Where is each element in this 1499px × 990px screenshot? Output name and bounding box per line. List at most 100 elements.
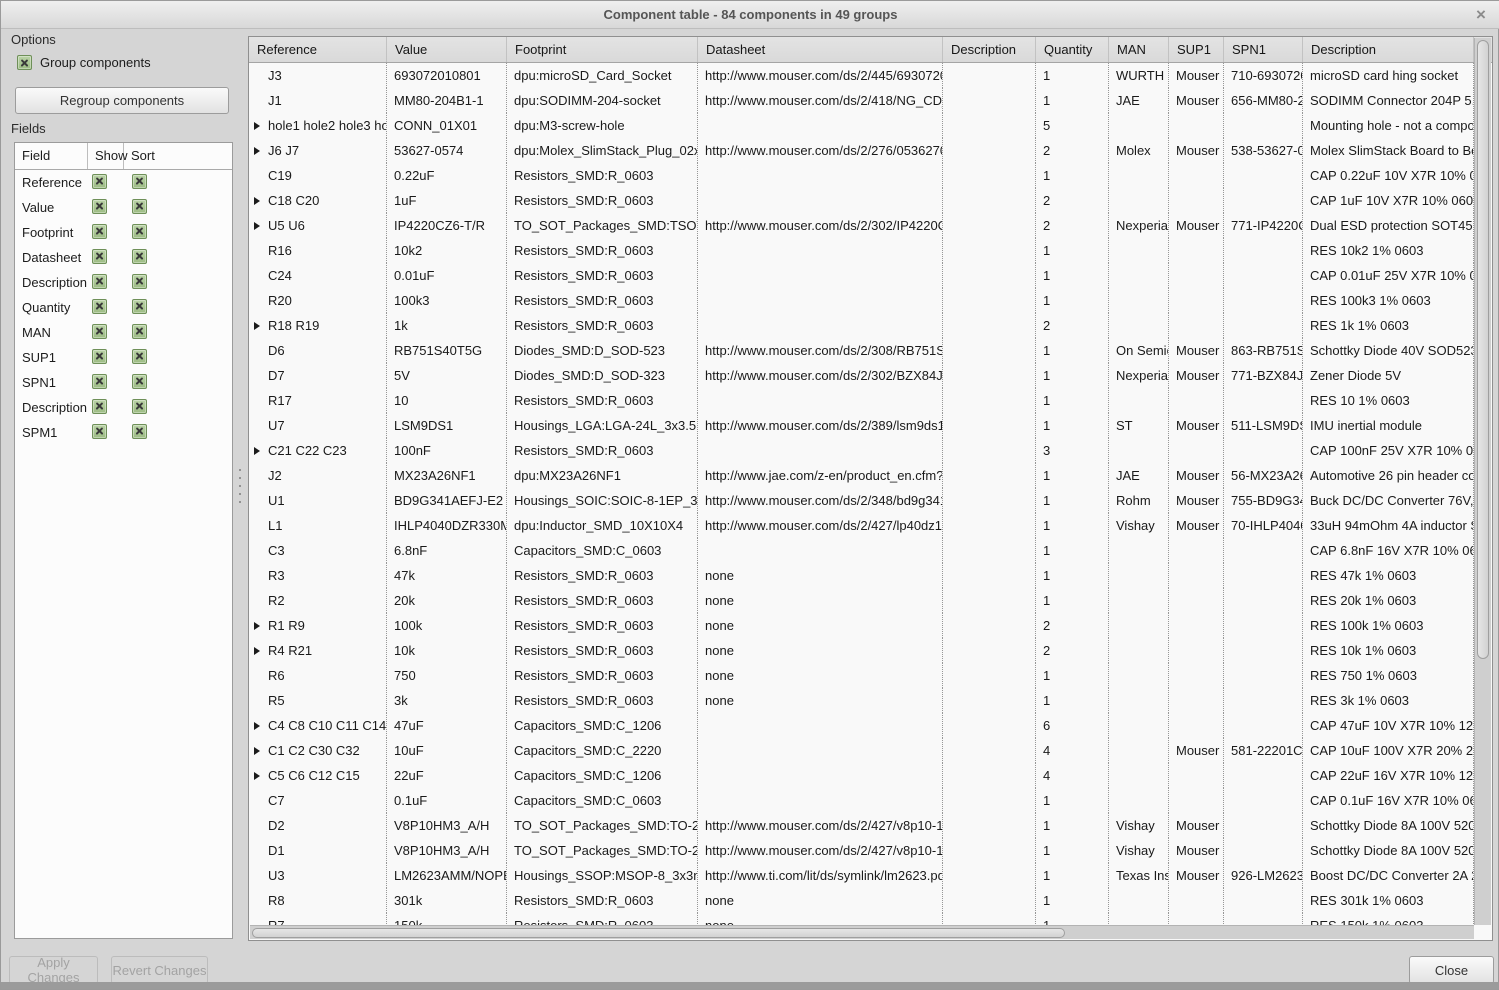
table-row[interactable]: R8301kResistors_SMD:R_0603none1RES 301k …: [249, 888, 1492, 913]
table-row[interactable]: hole1 hole2 hole3 holCONN_01X01dpu:M3-sc…: [249, 113, 1492, 138]
expand-arrow-icon[interactable]: [254, 747, 260, 755]
table-row[interactable]: U5 U6IP4220CZ6-T/RTO_SOT_Packages_SMD:TS…: [249, 213, 1492, 238]
close-icon[interactable]: ×: [1471, 5, 1491, 25]
table-row[interactable]: J3693072010801dpu:microSD_Card_Sockethtt…: [249, 63, 1492, 88]
table-row[interactable]: C240.01uFResistors_SMD:R_06031CAP 0.01uF…: [249, 263, 1492, 288]
field-show-checkbox[interactable]: [92, 324, 107, 339]
table-row[interactable]: R4 R2110kResistors_SMD:R_0603none2RES 10…: [249, 638, 1492, 663]
table-row[interactable]: R1 R9100kResistors_SMD:R_0603none2RES 10…: [249, 613, 1492, 638]
splitter-grip-icon[interactable]: [239, 469, 241, 503]
table-row[interactable]: R220kResistors_SMD:R_0603none1RES 20k 1%…: [249, 588, 1492, 613]
column-header-sup1[interactable]: SUP1: [1169, 37, 1224, 62]
field-sort-checkbox[interactable]: [132, 249, 147, 264]
field-sort-checkbox[interactable]: [132, 349, 147, 364]
table-row[interactable]: C190.22uFResistors_SMD:R_06031CAP 0.22uF…: [249, 163, 1492, 188]
table-row[interactable]: C36.8nFCapacitors_SMD:C_06031CAP 6.8nF 1…: [249, 538, 1492, 563]
field-show-checkbox[interactable]: [92, 399, 107, 414]
table-row[interactable]: U3LM2623AMM/NOPBHousings_SSOP:MSOP-8_3x3…: [249, 863, 1492, 888]
field-sort-checkbox[interactable]: [132, 274, 147, 289]
cell-datasheet: [698, 438, 943, 463]
cell-description2: Molex SlimStack Board to Boa: [1303, 138, 1474, 163]
close-button[interactable]: Close: [1409, 956, 1494, 984]
field-show-checkbox[interactable]: [92, 224, 107, 239]
expand-arrow-icon[interactable]: [254, 722, 260, 730]
table-row[interactable]: C4 C8 C10 C11 C14 C47uFCapacitors_SMD:C_…: [249, 713, 1492, 738]
table-row[interactable]: R347kResistors_SMD:R_0603none1RES 47k 1%…: [249, 563, 1492, 588]
column-header-value[interactable]: Value: [387, 37, 507, 62]
field-show-checkbox[interactable]: [92, 249, 107, 264]
table-row[interactable]: U1BD9G341AEFJ-E2Housings_SOIC:SOIC-8-1EP…: [249, 488, 1492, 513]
field-sort-checkbox[interactable]: [132, 299, 147, 314]
panel-splitter[interactable]: [233, 29, 248, 984]
horizontal-scrollbar[interactable]: [250, 925, 1474, 939]
table-row[interactable]: J1MM80-204B1-1dpu:SODIMM-204-sockethttp:…: [249, 88, 1492, 113]
table-row[interactable]: C21 C22 C23100nFResistors_SMD:R_06033CAP…: [249, 438, 1492, 463]
column-header-datasheet[interactable]: Datasheet: [698, 37, 943, 62]
cell-datasheet: http://www.mouser.com/ds/2/276/0536270: [698, 138, 943, 163]
cell-man: ST: [1109, 413, 1169, 438]
expand-arrow-icon[interactable]: [254, 222, 260, 230]
titlebar[interactable]: Component table - 84 components in 49 gr…: [1, 1, 1499, 29]
field-sort-checkbox[interactable]: [132, 324, 147, 339]
horizontal-scrollbar-thumb[interactable]: [252, 928, 1065, 938]
vertical-scrollbar[interactable]: [1474, 38, 1491, 925]
expand-arrow-icon[interactable]: [254, 147, 260, 155]
table-row[interactable]: R18 R191kResistors_SMD:R_06032RES 1k 1% …: [249, 313, 1492, 338]
field-show-checkbox[interactable]: [92, 199, 107, 214]
field-sort-checkbox[interactable]: [132, 224, 147, 239]
table-row[interactable]: J6 J753627-0574dpu:Molex_SlimStack_Plug_…: [249, 138, 1492, 163]
expand-arrow-icon[interactable]: [254, 447, 260, 455]
cell-description2: RES 100k 1% 0603: [1303, 613, 1474, 638]
column-header-quantity[interactable]: Quantity: [1036, 37, 1109, 62]
table-row[interactable]: R20100k3Resistors_SMD:R_06031RES 100k3 1…: [249, 288, 1492, 313]
field-show-checkbox[interactable]: [92, 174, 107, 189]
expand-arrow-icon[interactable]: [254, 197, 260, 205]
table-row[interactable]: U7LSM9DS1Housings_LGA:LGA-24L_3x3.5mmhtt…: [249, 413, 1492, 438]
table-row[interactable]: R6750Resistors_SMD:R_0603none1RES 750 1%…: [249, 663, 1492, 688]
table-row[interactable]: D6RB751S40T5GDiodes_SMD:D_SOD-523http://…: [249, 338, 1492, 363]
expand-arrow-icon[interactable]: [254, 772, 260, 780]
column-header-man[interactable]: MAN: [1109, 37, 1169, 62]
field-show-checkbox[interactable]: [92, 274, 107, 289]
cell-reference: L1: [249, 513, 387, 538]
column-header-footprint[interactable]: Footprint: [507, 37, 698, 62]
field-show-checkbox[interactable]: [92, 374, 107, 389]
table-row[interactable]: R1610k2Resistors_SMD:R_06031RES 10k2 1% …: [249, 238, 1492, 263]
column-header-description[interactable]: Description: [1303, 37, 1474, 62]
table-row[interactable]: C1 C2 C30 C3210uFCapacitors_SMD:C_22204M…: [249, 738, 1492, 763]
field-sort-checkbox[interactable]: [132, 199, 147, 214]
table-row[interactable]: C70.1uFCapacitors_SMD:C_06031CAP 0.1uF 1…: [249, 788, 1492, 813]
table-row[interactable]: D2V8P10HM3_A/HTO_SOT_Packages_SMD:TO-277…: [249, 813, 1492, 838]
field-sort-checkbox[interactable]: [132, 399, 147, 414]
regroup-components-button[interactable]: Regroup components: [15, 87, 229, 114]
table-row[interactable]: J2MX23A26NF1dpu:MX23A26NF1http://www.jae…: [249, 463, 1492, 488]
table-row[interactable]: C5 C6 C12 C1522uFCapacitors_SMD:C_12064C…: [249, 763, 1492, 788]
column-header-reference[interactable]: Reference: [249, 37, 387, 62]
expand-arrow-icon[interactable]: [254, 322, 260, 330]
column-header-description[interactable]: Description: [943, 37, 1036, 62]
field-show-checkbox[interactable]: [92, 424, 107, 439]
field-sort-checkbox[interactable]: [132, 374, 147, 389]
cell-datasheet: none: [698, 663, 943, 688]
table-row[interactable]: D1V8P10HM3_A/HTO_SOT_Packages_SMD:TO-277…: [249, 838, 1492, 863]
table-row[interactable]: R1710Resistors_SMD:R_06031RES 10 1% 0603: [249, 388, 1492, 413]
apply-changes-button[interactable]: Apply Changes: [9, 956, 98, 984]
field-sort-checkbox[interactable]: [132, 174, 147, 189]
column-header-spn1[interactable]: SPN1: [1224, 37, 1303, 62]
reference-text: U5 U6: [268, 218, 305, 233]
expand-arrow-icon[interactable]: [254, 122, 260, 130]
table-row[interactable]: R53kResistors_SMD:R_0603none1RES 3k 1% 0…: [249, 688, 1492, 713]
group-components-checkbox[interactable]: [17, 55, 32, 70]
expand-arrow-icon[interactable]: [254, 647, 260, 655]
revert-changes-button[interactable]: Revert Changes: [111, 956, 208, 984]
table-row[interactable]: D75VDiodes_SMD:D_SOD-323http://www.mouse…: [249, 363, 1492, 388]
cell-datasheet: http://www.mouser.com/ds/2/427/v8p10-10: [698, 838, 943, 863]
field-show-checkbox[interactable]: [92, 349, 107, 364]
vertical-scrollbar-thumb[interactable]: [1477, 40, 1489, 659]
table-row[interactable]: L1IHLP4040DZR330M1dpu:Inductor_SMD_10X10…: [249, 513, 1492, 538]
cell-man: WURTH: [1109, 63, 1169, 88]
expand-arrow-icon[interactable]: [254, 622, 260, 630]
field-sort-checkbox[interactable]: [132, 424, 147, 439]
field-show-checkbox[interactable]: [92, 299, 107, 314]
table-row[interactable]: C18 C201uFResistors_SMD:R_06032CAP 1uF 1…: [249, 188, 1492, 213]
